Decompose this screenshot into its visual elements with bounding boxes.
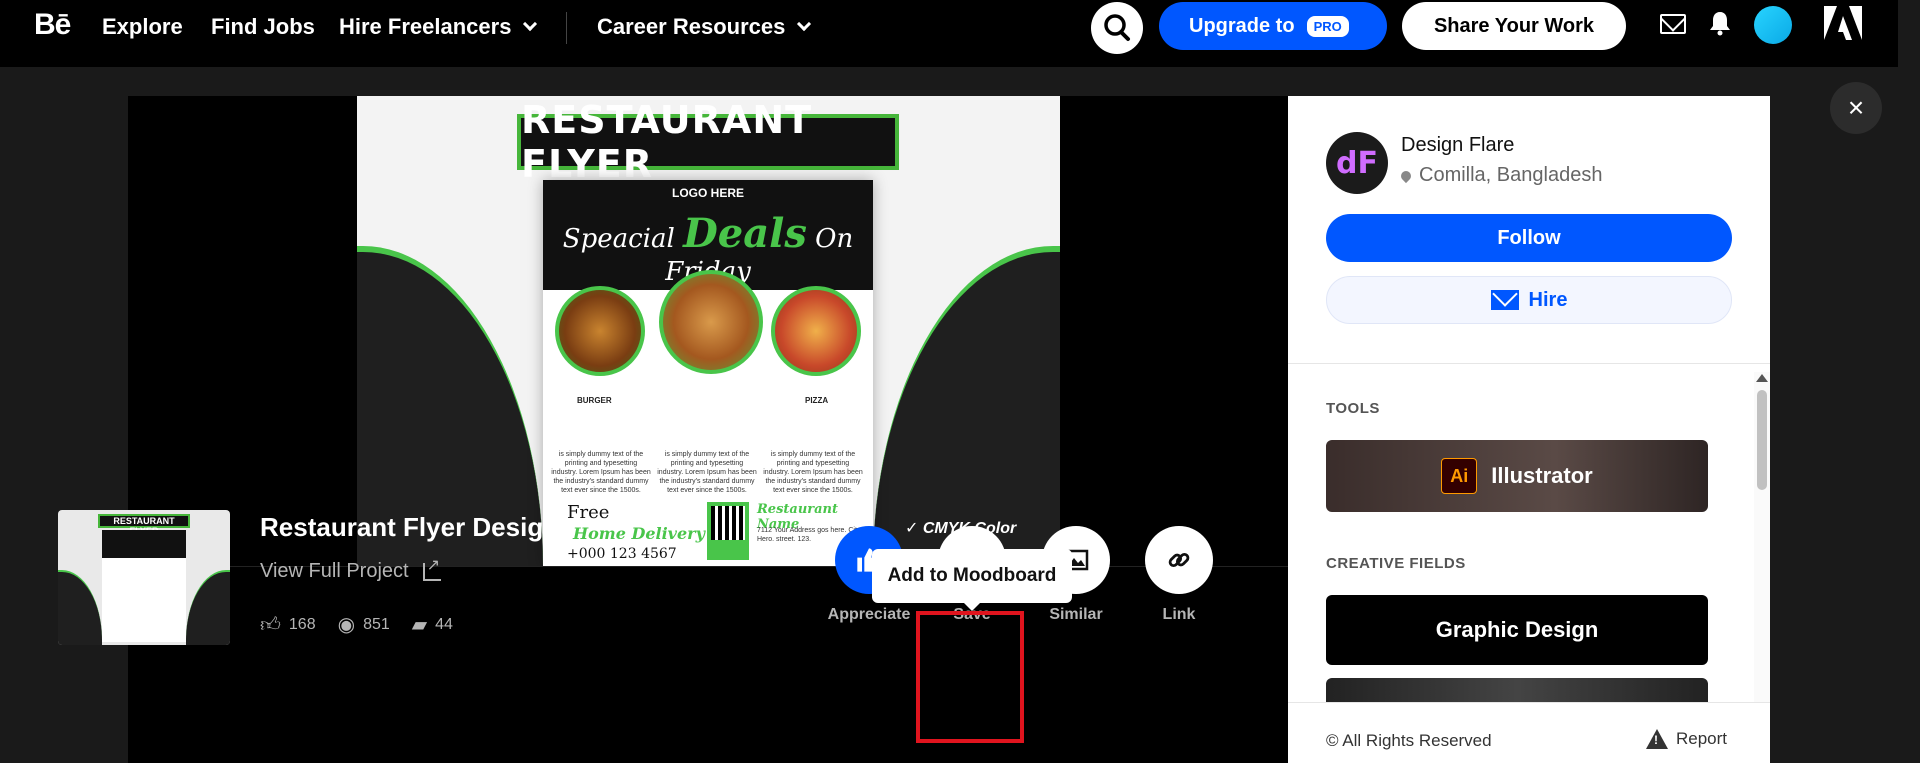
creative-fields-heading: CREATIVE FIELDS — [1326, 555, 1466, 572]
bell-icon[interactable] — [1708, 10, 1732, 36]
flyer-home-delivery: Home Delivery — [573, 524, 705, 543]
project-thumbnail[interactable]: RESTAURANT FLYER — [58, 510, 230, 645]
link-label: Link — [1162, 606, 1196, 623]
burger-image — [555, 286, 645, 376]
report-link[interactable]: Report — [1646, 729, 1727, 749]
comments-count: 44 — [435, 615, 453, 633]
tool-illustrator[interactable]: Ai Illustrator — [1326, 440, 1708, 512]
eye-icon: ◉ — [337, 614, 356, 636]
project-image-area: RESTAURANT FLYER LOGO HERE Speacial Deal… — [128, 96, 1288, 566]
nav-find-jobs[interactable]: Find Jobs — [211, 14, 315, 40]
thumb-banner: RESTAURANT FLYER — [98, 514, 190, 536]
upgrade-button[interactable]: Upgrade to PRO — [1159, 2, 1387, 50]
pro-badge: PRO — [1306, 15, 1349, 37]
user-avatar[interactable] — [1754, 6, 1792, 44]
flyer-paper: LOGO HERE Speacial Deals On Friday BURGE… — [543, 180, 873, 566]
owner-avatar[interactable]: dF — [1326, 132, 1388, 194]
nav-find-jobs-label: Find Jobs — [211, 14, 315, 39]
flyer-body-text: is simply dummy text of the printing and… — [657, 451, 757, 494]
tools-heading: TOOLS — [1326, 400, 1380, 417]
nav-career-resources[interactable]: Career Resources — [597, 14, 812, 40]
owner-location: Comilla, Bangladesh — [1398, 164, 1603, 187]
chevron-down-icon — [523, 16, 538, 32]
nav-hire-freelancers[interactable]: Hire Freelancers — [339, 14, 538, 40]
nav-explore[interactable]: Explore — [102, 14, 183, 40]
hire-button[interactable]: Hire — [1326, 276, 1732, 324]
chicken-image — [659, 270, 763, 374]
pizza-image — [771, 286, 861, 376]
share-your-work-button[interactable]: Share Your Work — [1402, 2, 1626, 50]
views-stat: ◉ 851 — [338, 612, 390, 637]
field-graphic-design[interactable]: Graphic Design — [1326, 595, 1708, 665]
nav-explore-label: Explore — [102, 14, 183, 39]
flyer-headline-a: Speacial — [562, 224, 675, 254]
appreciate-label: Appreciate — [827, 606, 911, 623]
view-full-project-link[interactable]: View Full Project — [260, 555, 441, 583]
search-icon — [1104, 14, 1130, 41]
thumbs-up-icon: 👍︎ — [260, 613, 281, 636]
views-count: 851 — [363, 615, 390, 633]
chevron-down-icon — [797, 16, 812, 32]
search-button[interactable] — [1091, 2, 1143, 54]
nav-career-resources-label: Career Resources — [597, 14, 786, 39]
close-button[interactable]: × — [1830, 82, 1882, 134]
pizza-label: PIZZA — [805, 396, 829, 405]
link-button[interactable]: Link — [1124, 526, 1234, 624]
flyer-logo-text: LOGO HERE — [671, 186, 744, 200]
flyer-headline-b: Deals — [683, 210, 807, 257]
view-full-label: View Full Project — [260, 560, 409, 582]
thumb-wave-left — [58, 570, 102, 645]
flyer-banner: RESTAURANT FLYER — [517, 98, 899, 186]
location-pin-icon — [1398, 168, 1414, 183]
project-stats: 👍︎ 168 ◉ 851 ▰ 44 — [260, 612, 475, 637]
owner-panel: dF Design Flare Comilla, Bangladesh Foll… — [1288, 96, 1770, 763]
mail-icon[interactable] — [1660, 14, 1686, 34]
add-to-moodboard-tooltip: Add to Moodboard — [872, 549, 1072, 611]
project-title: Restaurant Flyer Design. — [260, 512, 567, 542]
likes-stat: 👍︎ 168 — [260, 613, 316, 637]
upgrade-label: Upgrade to — [1189, 14, 1295, 37]
flyer-phone: +000 123 4567 — [567, 546, 677, 562]
thumb-paper — [102, 530, 186, 642]
illustrator-icon: Ai — [1441, 458, 1478, 494]
copyright-text: © All Rights Reserved — [1326, 731, 1492, 750]
warning-icon — [1646, 729, 1668, 749]
link-icon — [1168, 552, 1190, 568]
save-highlight-box — [916, 611, 1024, 743]
adobe-icon[interactable] — [1824, 6, 1862, 40]
behance-logo[interactable]: Bē — [34, 8, 71, 42]
side-scrollbar[interactable] — [1754, 372, 1770, 722]
owner-location-text: Comilla, Bangladesh — [1419, 164, 1603, 186]
likes-count: 168 — [288, 615, 316, 633]
flyer-body-text: is simply dummy text of the printing and… — [763, 451, 863, 494]
owner-header: dF Design Flare Comilla, Bangladesh Foll… — [1288, 96, 1770, 364]
hire-label: Hire — [1528, 288, 1568, 311]
nav-hire-freelancers-label: Hire Freelancers — [339, 14, 512, 39]
mail-icon — [1490, 290, 1519, 310]
panel-footer: © All Rights Reserved Report — [1288, 702, 1770, 763]
owner-name[interactable]: Design Flare — [1401, 134, 1514, 157]
link-circle[interactable] — [1145, 526, 1213, 594]
comment-icon: ▰ — [411, 614, 428, 636]
similar-label: Similar — [1049, 606, 1103, 623]
comments-stat: ▰ 44 — [412, 612, 453, 637]
report-label: Report — [1676, 729, 1728, 748]
burger-label: BURGER — [577, 396, 612, 405]
qr-code — [707, 502, 749, 560]
flyer-free: Free — [567, 502, 610, 523]
flyer-body-text: is simply dummy text of the printing and… — [551, 451, 651, 494]
project-image[interactable]: RESTAURANT FLYER LOGO HERE Speacial Deal… — [357, 96, 1060, 566]
top-nav: Bē Explore Find Jobs Hire Freelancers Ca… — [0, 0, 1898, 67]
tool-name: Illustrator — [1491, 463, 1593, 488]
nav-divider — [566, 12, 567, 44]
thumb-wave-right — [186, 570, 230, 645]
follow-button[interactable]: Follow — [1326, 214, 1732, 262]
external-link-icon — [422, 555, 441, 581]
scroll-thumb[interactable] — [1757, 390, 1767, 490]
scroll-up-icon[interactable] — [1756, 374, 1768, 382]
